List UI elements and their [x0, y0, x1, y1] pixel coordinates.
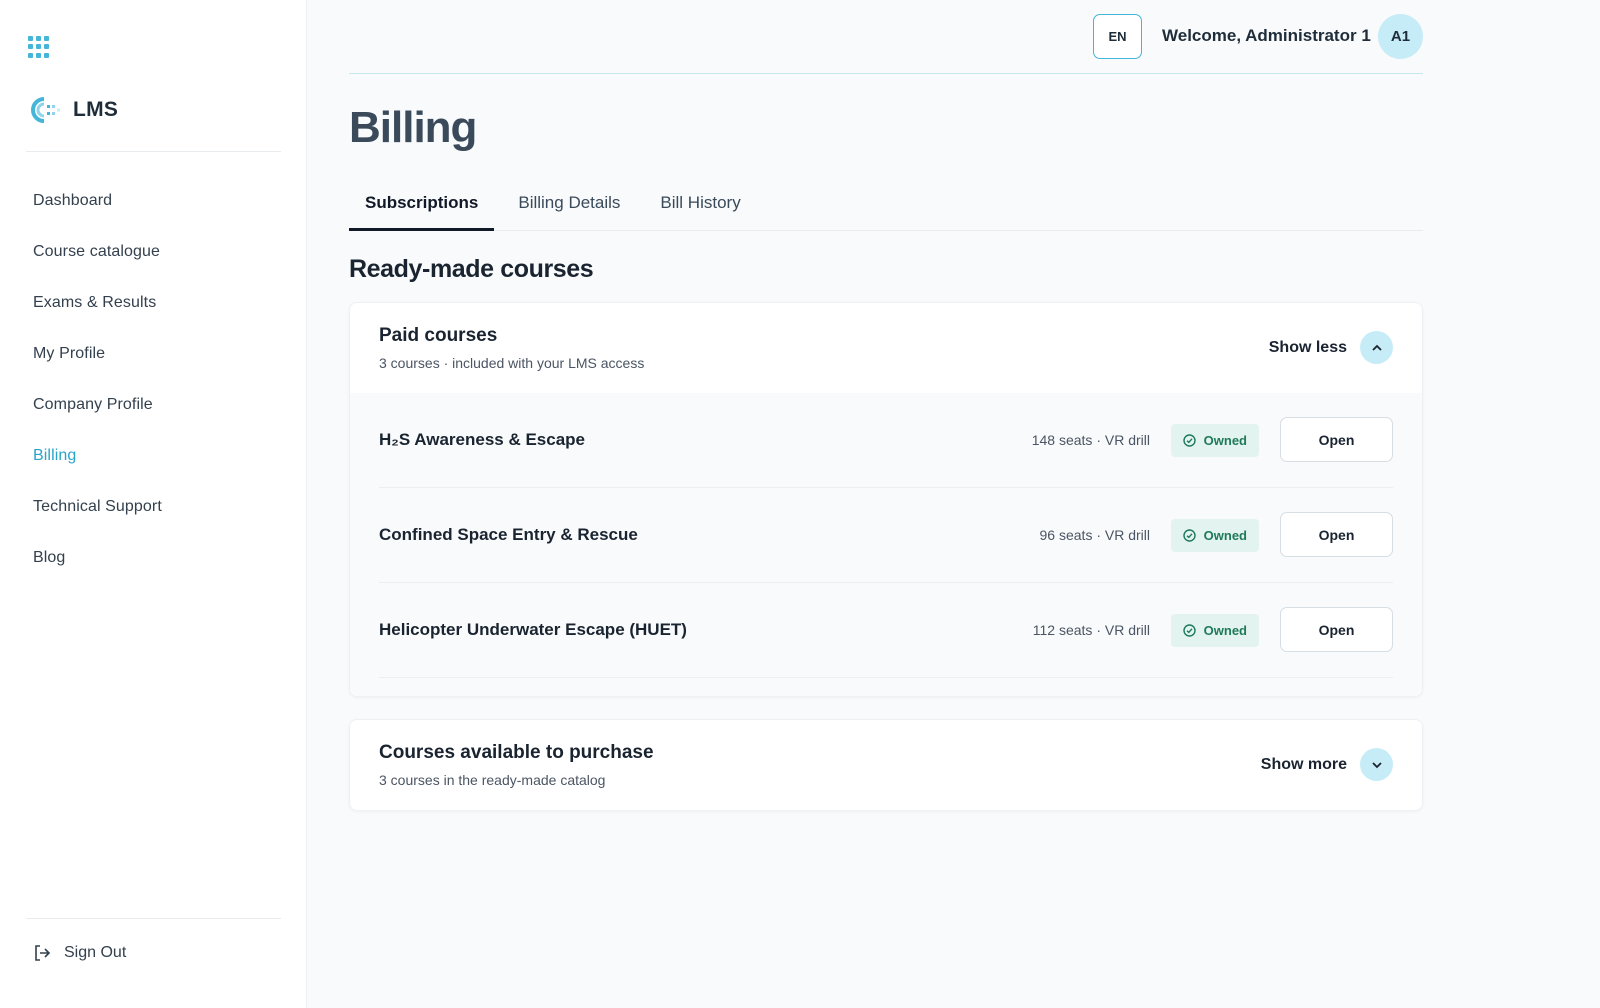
- main-content: EN Welcome, Administrator 1 A1 Billing S…: [349, 0, 1423, 811]
- sidebar-item-billing[interactable]: Billing: [0, 430, 307, 481]
- owned-badge: Owned: [1170, 424, 1259, 457]
- course-row: H₂S Awareness & Escape 148 seats · VR dr…: [379, 393, 1393, 488]
- welcome-text: Welcome, Administrator 1: [1162, 26, 1371, 45]
- tab-subscriptions[interactable]: Subscriptions: [349, 183, 495, 231]
- app-grid-icon[interactable]: [28, 36, 50, 58]
- owned-badge: Owned: [1170, 519, 1259, 552]
- page-title: Billing: [349, 103, 477, 152]
- paid-courses-title: Paid courses: [379, 325, 498, 346]
- sidebar-item-company-profile[interactable]: Company Profile: [0, 379, 307, 430]
- open-button[interactable]: Open: [1280, 607, 1393, 652]
- chevron-down-icon: [1360, 748, 1393, 781]
- sign-out-label: Sign Out: [64, 944, 127, 961]
- show-less-button[interactable]: Show less: [1269, 331, 1393, 364]
- course-row: Confined Space Entry & Rescue 96 seats ·…: [379, 488, 1393, 583]
- purchase-courses-subtitle: 3 courses in the ready-made catalog: [379, 772, 606, 788]
- sidebar-item-dashboard[interactable]: Dashboard: [0, 175, 307, 226]
- purchase-courses-title: Courses available to purchase: [379, 742, 654, 763]
- sign-out-button[interactable]: Sign Out: [33, 944, 126, 962]
- brand-logo[interactable]: LMS: [28, 96, 118, 124]
- course-name: H₂S Awareness & Escape: [379, 430, 585, 449]
- sign-out-icon: [35, 945, 51, 961]
- purchase-courses-header: Courses available to purchase 3 courses …: [350, 720, 1422, 810]
- course-row: Helicopter Underwater Escape (HUET) 112 …: [379, 583, 1393, 678]
- open-button[interactable]: Open: [1280, 417, 1393, 462]
- lms-logo-icon: [31, 97, 60, 123]
- owned-badge: Owned: [1170, 614, 1259, 647]
- sidebar-item-technical-support[interactable]: Technical Support: [0, 481, 307, 532]
- owned-badge-label: Owned: [1203, 623, 1247, 638]
- tab-bar: Subscriptions Billing Details Bill Histo…: [349, 183, 1423, 231]
- tab-billing-details[interactable]: Billing Details: [502, 183, 636, 231]
- tab-bill-history[interactable]: Bill History: [644, 183, 756, 231]
- brand-name: LMS: [73, 98, 119, 121]
- course-meta: 96 seats · VR drill: [1039, 527, 1150, 543]
- open-button[interactable]: Open: [1280, 512, 1393, 557]
- chevron-up-icon: [1360, 331, 1393, 364]
- show-more-button[interactable]: Show more: [1261, 748, 1393, 781]
- paid-courses-list: H₂S Awareness & Escape 148 seats · VR dr…: [350, 393, 1422, 696]
- sidebar: LMS Dashboard Course catalogue Exams & R…: [0, 0, 307, 1008]
- owned-badge-label: Owned: [1203, 433, 1247, 448]
- show-more-label: Show more: [1260, 755, 1347, 773]
- check-circle-icon: [1182, 529, 1196, 542]
- sidebar-item-my-profile[interactable]: My Profile: [0, 328, 307, 379]
- avatar[interactable]: A1: [1378, 14, 1423, 59]
- course-meta: 148 seats · VR drill: [1031, 432, 1150, 448]
- top-bar: EN Welcome, Administrator 1 A1: [349, 0, 1423, 74]
- sidebar-divider: [26, 918, 281, 919]
- course-name: Confined Space Entry & Rescue: [379, 525, 638, 544]
- sidebar-item-exams-results[interactable]: Exams & Results: [0, 277, 307, 328]
- sidebar-divider: [26, 151, 281, 152]
- paid-courses-card: Paid courses 3 courses · included with y…: [349, 302, 1423, 697]
- owned-badge-label: Owned: [1203, 528, 1247, 543]
- purchase-courses-card: Courses available to purchase 3 courses …: [349, 719, 1423, 811]
- language-button[interactable]: EN: [1093, 14, 1142, 59]
- course-name: Helicopter Underwater Escape (HUET): [379, 620, 687, 639]
- sidebar-item-course-catalogue[interactable]: Course catalogue: [0, 226, 307, 277]
- course-meta: 112 seats · VR drill: [1032, 622, 1150, 638]
- paid-courses-subtitle: 3 courses · included with your LMS acces…: [379, 355, 645, 371]
- sidebar-nav: Dashboard Course catalogue Exams & Resul…: [0, 175, 307, 583]
- check-circle-icon: [1182, 624, 1196, 637]
- show-less-label: Show less: [1268, 338, 1347, 356]
- sidebar-item-blog[interactable]: Blog: [0, 532, 307, 583]
- paid-courses-header: Paid courses 3 courses · included with y…: [350, 303, 1422, 393]
- check-circle-icon: [1182, 434, 1196, 447]
- section-title: Ready-made courses: [349, 255, 594, 283]
